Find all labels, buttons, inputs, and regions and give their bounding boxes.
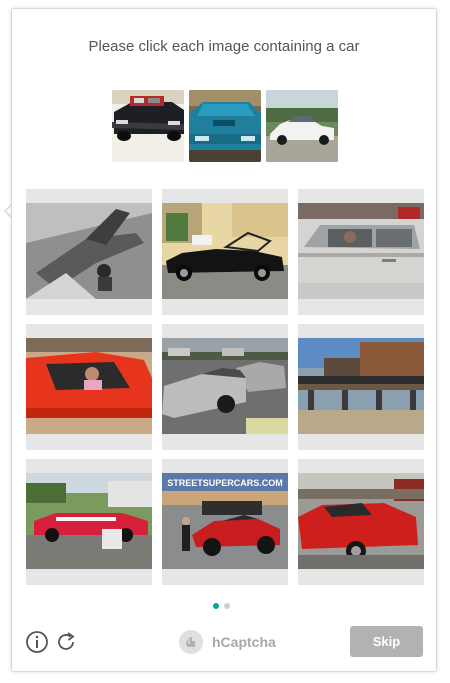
tile-2-image	[162, 203, 288, 299]
tile-3-image	[298, 203, 424, 299]
page-dot-active[interactable]	[213, 603, 219, 609]
grid-tile-7[interactable]	[26, 459, 152, 585]
image-grid: STREETSUPERCARS.COM	[26, 189, 424, 585]
grid-tile-6[interactable]	[298, 324, 424, 450]
tile-4-image	[26, 338, 152, 434]
tile-7-image	[26, 473, 152, 569]
example-image-3	[266, 90, 338, 162]
brand-name: hCaptcha	[212, 634, 276, 650]
example-images	[112, 90, 338, 162]
grid-tile-8[interactable]: STREETSUPERCARS.COM	[162, 459, 288, 585]
page-indicator	[213, 603, 230, 609]
refresh-icon[interactable]	[54, 630, 78, 654]
info-icon[interactable]	[25, 630, 49, 654]
example-image-2	[189, 90, 261, 162]
hcaptcha-logo-icon	[179, 630, 203, 654]
tile-8-image: STREETSUPERCARS.COM	[162, 473, 288, 569]
example-image-1	[112, 90, 184, 162]
challenge-prompt: Please click each image containing a car	[88, 38, 360, 55]
hcaptcha-brand: hCaptcha	[178, 629, 276, 655]
skip-button[interactable]: Skip	[350, 626, 423, 657]
tile-1-image	[26, 203, 152, 299]
grid-tile-1[interactable]	[26, 189, 152, 315]
grid-tile-9[interactable]	[298, 459, 424, 585]
grid-tile-2[interactable]	[162, 189, 288, 315]
page-dot[interactable]	[224, 603, 230, 609]
thumb-banner: STREETSUPERCARS.COM	[167, 478, 283, 488]
grid-tile-5[interactable]	[162, 324, 288, 450]
grid-tile-3[interactable]	[298, 189, 424, 315]
grid-tile-4[interactable]	[26, 324, 152, 450]
tile-6-image	[298, 338, 424, 434]
tile-5-image	[162, 338, 288, 434]
tile-9-image	[298, 473, 424, 569]
